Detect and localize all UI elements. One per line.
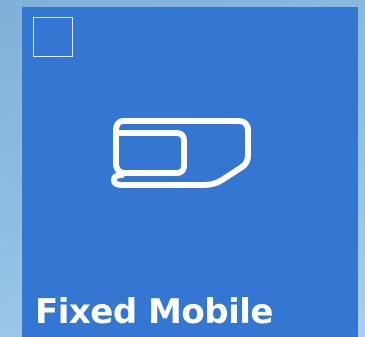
fixed-mobile-tile[interactable]: Fixed Mobile [22, 7, 358, 337]
sim-card-icon [111, 118, 251, 188]
tile-select-checkbox[interactable] [33, 17, 73, 57]
tile-label: Fixed Mobile [35, 292, 273, 332]
